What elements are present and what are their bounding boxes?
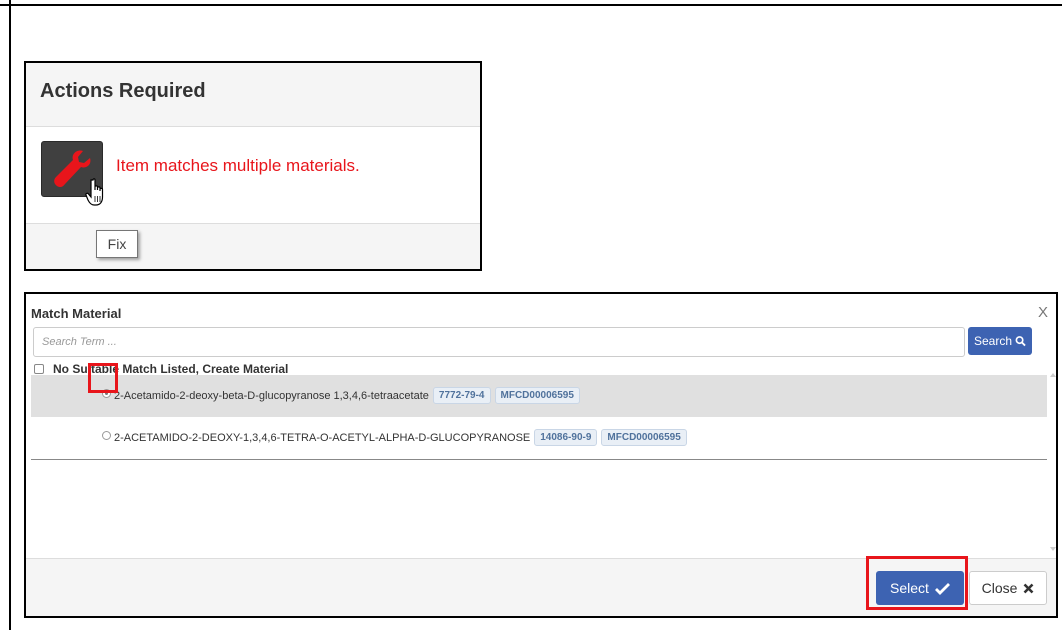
scroll-up-arrow-icon[interactable]: [1050, 372, 1056, 378]
fix-tooltip: Fix: [96, 230, 138, 258]
issue-message: Item matches multiple materials.: [116, 156, 360, 175]
hand-pointer-icon: [85, 178, 104, 206]
close-x-icon: [1023, 583, 1034, 593]
close-button-label: Close: [981, 580, 1018, 596]
mfcd-tag: MFCD00006595: [601, 429, 687, 446]
result-name: 2-ACETAMIDO-2-DEOXY-1,3,4,6-TETRA-O-ACET…: [114, 431, 531, 444]
match-material-dialog: Match Material X Search No Suitable Matc…: [24, 292, 1058, 618]
frame-top-border: [0, 4, 1062, 6]
result-row[interactable]: 2-ACETAMIDO-2-DEOXY-1,3,4,6-TETRA-O-ACET…: [31, 417, 1047, 460]
result-radio[interactable]: [102, 431, 111, 440]
result-row[interactable]: 2-Acetamido-2-deoxy-beta-D-glucopyranose…: [31, 375, 1047, 417]
result-name: 2-Acetamido-2-deoxy-beta-D-glucopyranose…: [114, 389, 429, 402]
search-button[interactable]: Search: [968, 327, 1032, 355]
dialog-close-icon[interactable]: X: [1038, 304, 1048, 321]
radio-highlight-annotation: [88, 363, 118, 393]
cas-tag: 7772-79-4: [432, 387, 491, 404]
dialog-title: Match Material: [31, 306, 122, 321]
search-icon: [1015, 336, 1026, 347]
mfcd-tag: MFCD00006595: [494, 387, 580, 404]
actions-required-title: Actions Required: [40, 80, 206, 102]
search-input[interactable]: [33, 327, 965, 357]
scroll-down-arrow-icon[interactable]: [1050, 546, 1056, 552]
actions-required-header: Actions Required: [26, 63, 480, 127]
close-button[interactable]: Close: [969, 571, 1047, 605]
select-highlight-annotation: [866, 556, 968, 610]
frame-left-border: [9, 0, 11, 630]
results-list: 2-Acetamido-2-deoxy-beta-D-glucopyranose…: [31, 375, 1047, 558]
no-match-checkbox[interactable]: [34, 364, 44, 374]
search-button-label: Search: [974, 334, 1013, 348]
actions-required-panel: Actions Required Item matches multiple m…: [24, 61, 482, 271]
cas-tag: 14086-90-9: [534, 429, 598, 446]
actions-required-footer: [26, 223, 480, 269]
